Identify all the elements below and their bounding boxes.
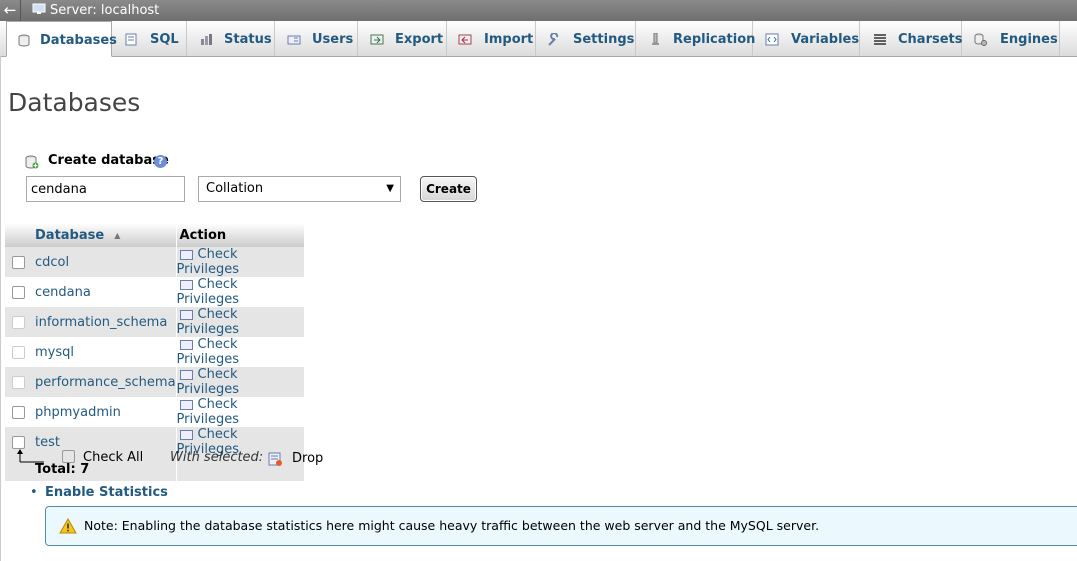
tab-label: Replication [673,32,756,47]
database-name-input[interactable] [26,176,185,202]
tab-variables[interactable]: Variables [753,21,860,56]
help-icon[interactable]: ? [154,155,167,168]
tab-import[interactable]: Import [447,21,536,56]
replication-icon [652,33,659,45]
database-icon [18,34,30,47]
privileges-icon [179,399,193,410]
arrow-left-up-icon [17,449,44,463]
import-icon [458,34,472,45]
create-database-icon [25,155,39,169]
database-link[interactable]: cendana [35,285,91,300]
tab-replication[interactable]: Replication [636,21,756,56]
tab-databases[interactable]: Databases [6,21,117,57]
create-button[interactable]: Create [420,176,477,202]
chevron-down-icon: ▼ [386,183,394,194]
window-title-bar: ← Server: localhost [0,0,1077,21]
databases-table: Database ▲ Action cdcol Check Privileges … [5,223,304,481]
tab-label: Variables [791,32,860,47]
tab-charsets[interactable]: Charsets [860,21,963,56]
privileges-icon [179,339,193,350]
database-link[interactable]: mysql [35,345,74,360]
table-row: performance_schema Check Privileges [5,367,304,397]
table-row: phpmyadmin Check Privileges [5,397,304,427]
variables-icon [765,33,779,46]
tab-label: Status [224,32,272,47]
tab-label: Export [395,32,444,47]
export-icon [370,34,384,45]
create-database-label: Create database [48,153,169,168]
tab-label: Engines [1000,32,1058,47]
database-link[interactable]: cdcol [35,255,69,270]
tab-label: Settings [573,32,635,47]
main-tab-bar: Databases SQL Status Users Export Import… [0,21,1077,57]
check-all-label[interactable]: Check All [83,450,143,465]
row-checkbox[interactable] [12,405,25,419]
tab-label: SQL [150,32,179,47]
table-row: mysql Check Privileges [5,337,304,367]
privileges-icon [179,279,193,290]
table-row: cdcol Check Privileges [5,247,304,277]
notice-box: Note: Enabling the database statistics h… [45,506,1077,546]
content-left-border [0,56,1,561]
tab-settings[interactable]: Settings [536,21,636,56]
page-title: Databases [8,88,141,117]
tab-label: Users [312,32,354,47]
privileges-icon [179,369,193,380]
check-all-checkbox[interactable] [62,450,75,463]
back-arrow-icon[interactable]: ← [0,0,21,21]
privileges-icon [179,249,193,260]
notice-text: Note: Enabling the database statistics h… [84,518,820,533]
sort-database-link[interactable]: Database [35,228,104,243]
warning-icon [59,518,77,534]
charsets-icon [874,34,886,45]
table-row: cendana Check Privileges [5,277,304,307]
sql-icon [125,33,137,46]
privileges-icon [179,429,193,440]
tab-sql[interactable]: SQL [112,21,187,56]
tab-engines[interactable]: Engines [962,21,1060,56]
sort-ascending-icon: ▲ [114,230,121,240]
header-check-cell [5,223,35,247]
engines-icon [974,33,987,46]
enable-statistics-link[interactable]: Enable Statistics [45,485,168,500]
row-checkbox[interactable] [12,435,25,449]
server-icon [32,3,46,14]
users-icon [287,35,301,45]
tab-status[interactable]: Status [187,21,275,56]
row-checkbox-disabled [12,345,25,359]
collation-value: Collation [206,181,264,196]
wrench-icon [548,33,559,46]
row-checkbox-disabled [12,375,25,389]
list-bullet: • [30,485,38,500]
database-link[interactable]: phpmyadmin [35,405,121,420]
with-selected-label: With selected: [170,450,264,465]
table-header-row: Database ▲ Action [5,223,304,247]
tab-users[interactable]: Users [275,21,358,56]
tab-label: Import [484,32,534,47]
database-link[interactable]: information_schema [35,315,167,330]
drop-icon[interactable] [268,452,282,466]
table-row: information_schema Check Privileges [5,307,304,337]
collation-select[interactable]: Collation ▼ [198,176,401,202]
row-checkbox[interactable] [12,285,25,299]
tab-label: Databases [40,33,117,48]
privileges-icon [179,309,193,320]
header-database[interactable]: Database ▲ [35,223,177,247]
row-checkbox[interactable] [12,255,25,269]
header-action: Action [176,223,304,247]
status-icon [201,34,212,45]
database-link[interactable]: performance_schema [35,375,176,390]
row-checkbox-disabled [12,315,25,329]
server-title-link[interactable]: Server: localhost [50,3,159,18]
tab-label: Charsets [898,32,963,47]
tab-export[interactable]: Export [358,21,447,56]
drop-button[interactable]: Drop [292,451,323,466]
